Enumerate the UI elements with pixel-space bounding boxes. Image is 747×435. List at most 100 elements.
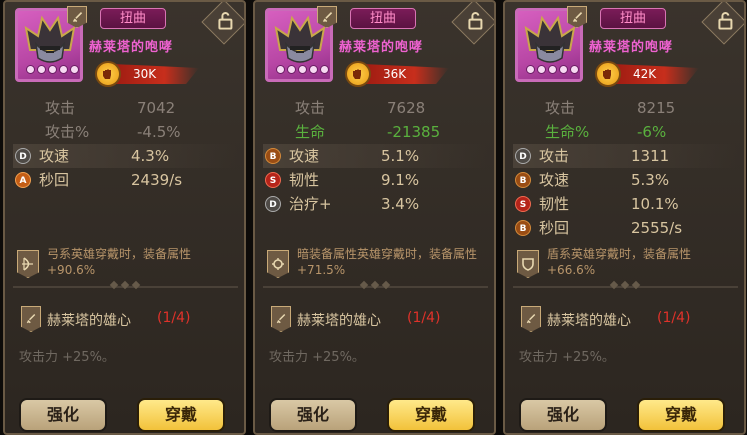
base-stat-row: 生命 -21385: [263, 120, 488, 144]
stat-value: 1311: [631, 147, 670, 165]
sub-stat-row: A 秒回 2439/s: [13, 168, 238, 192]
base-stat-row: 攻击 8215: [513, 96, 738, 120]
star-dot: [526, 65, 535, 74]
set-row: 赫莱塔的雄心 (1/4): [263, 304, 488, 334]
stat-label: 攻击: [545, 99, 576, 117]
stat-label: 秒回: [39, 171, 70, 189]
stat-label: 生命: [295, 123, 326, 141]
grade-badge: B: [265, 148, 281, 164]
set-sword-icon: [271, 306, 291, 332]
equipment-card-1: 扭曲 赫莱塔的咆哮 30K 攻击 7042 攻击% -4.5% D 攻速 4.3% A 秒回 2439/…: [3, 0, 246, 435]
fist-power-icon: [345, 61, 371, 87]
stat-value: 3.4%: [381, 195, 420, 213]
stat-label: 攻速: [39, 147, 70, 165]
set-effect: 攻击力 +25%。: [19, 350, 115, 365]
grade-badge: D: [15, 148, 31, 164]
stat-label: 韧性: [539, 195, 570, 213]
stat-label: 生命%: [545, 123, 590, 141]
base-stat-row: 攻击 7628: [263, 96, 488, 120]
equipment-card-3: 扭曲 赫莱塔的咆哮 42K 攻击 8215 生命% -6% D 攻击 1311 B 攻速 5.3% S 韧性…: [503, 0, 746, 435]
star-dots: [276, 65, 329, 74]
item-name: 赫莱塔的咆哮: [589, 40, 674, 55]
item-name: 赫莱塔的咆哮: [89, 40, 174, 55]
shield-icon: [517, 250, 539, 278]
star-dots: [26, 65, 79, 74]
equip-button[interactable]: 穿戴: [387, 398, 475, 432]
divider: [263, 280, 488, 290]
grade-badge: B: [515, 220, 531, 236]
sub-stat-row: B 攻速 5.3%: [513, 168, 738, 192]
sub-stat-row: D 治疗+ 3.4%: [263, 192, 488, 216]
star-dot: [26, 65, 35, 74]
sub-stat-row: D 攻速 4.3%: [13, 144, 238, 168]
enhance-button[interactable]: 强化: [19, 398, 107, 432]
sub-stat-row: D 攻击 1311: [513, 144, 738, 168]
lock-button[interactable]: [451, 2, 494, 45]
hero-bonus: 弓系英雄穿戴时，装备属性 +90.6%: [13, 242, 238, 284]
sub-stat-row: B 攻速 5.1%: [263, 144, 488, 168]
grade-badge: D: [265, 196, 281, 212]
bonus-text: 暗装备属性英雄穿戴时，装备属性 +71.5%: [297, 247, 478, 277]
divider: [13, 280, 238, 290]
stat-value: 5.3%: [631, 171, 670, 189]
set-row: 赫莱塔的雄心 (1/4): [13, 304, 238, 334]
star-dots: [526, 65, 579, 74]
set-name: 赫莱塔的雄心: [297, 313, 381, 329]
lock-button[interactable]: [701, 2, 744, 45]
set-name: 赫莱塔的雄心: [547, 313, 631, 329]
stat-label: 韧性: [289, 171, 320, 189]
bow-icon: [17, 250, 39, 278]
stat-value: 9.1%: [381, 171, 420, 189]
unlock-icon: [210, 8, 238, 36]
twist-tag: 扭曲: [100, 8, 166, 29]
star-dot: [548, 65, 557, 74]
stat-label: 攻击%: [45, 123, 90, 141]
base-stat-row: 攻击% -4.5%: [13, 120, 238, 144]
stat-value: 7628: [387, 99, 426, 117]
star-dot: [59, 65, 68, 74]
stat-value: 5.1%: [381, 147, 420, 165]
grade-badge: S: [265, 172, 281, 188]
equip-button[interactable]: 穿戴: [137, 398, 225, 432]
base-stat-row: 攻击 7042: [13, 96, 238, 120]
power-value: 30K: [113, 64, 199, 84]
star-dot: [570, 65, 579, 74]
twist-tag: 扭曲: [600, 8, 666, 29]
item-name: 赫莱塔的咆哮: [339, 40, 424, 55]
set-count: (1/4): [157, 310, 191, 326]
dark-orb-icon: [267, 250, 289, 278]
stat-value: -6%: [637, 123, 667, 141]
set-count: (1/4): [657, 310, 691, 326]
enhance-button[interactable]: 强化: [519, 398, 607, 432]
fist-power-icon: [95, 61, 121, 87]
stat-value: 2555/s: [631, 219, 683, 237]
fist-power-icon: [595, 61, 621, 87]
equip-button[interactable]: 穿戴: [637, 398, 725, 432]
lock-button[interactable]: [201, 2, 244, 45]
star-dot: [559, 65, 568, 74]
stat-label: 攻击: [539, 147, 570, 165]
grade-badge: A: [15, 172, 31, 188]
stat-value: 10.1%: [631, 195, 679, 213]
grade-badge: D: [515, 148, 531, 164]
equipment-card-2: 扭曲 赫莱塔的咆哮 36K 攻击 7628 生命 -21385 B 攻速 5.1% S 韧性 9.1% D…: [253, 0, 496, 435]
grade-badge: S: [515, 196, 531, 212]
enhance-button[interactable]: 强化: [269, 398, 357, 432]
set-row: 赫莱塔的雄心 (1/4): [513, 304, 738, 334]
stat-value: 7042: [137, 99, 176, 117]
star-dot: [320, 65, 329, 74]
sub-stat-row: S 韧性 10.1%: [513, 192, 738, 216]
bonus-text: 盾系英雄穿戴时，装备属性 +66.6%: [547, 247, 692, 277]
sub-stat-row: S 韧性 9.1%: [263, 168, 488, 192]
twist-tag: 扭曲: [350, 8, 416, 29]
stat-value: 2439/s: [131, 171, 183, 189]
bonus-text: 弓系英雄穿戴时，装备属性 +90.6%: [47, 247, 192, 277]
star-dot: [48, 65, 57, 74]
star-dot: [70, 65, 79, 74]
star-dot: [287, 65, 296, 74]
set-effect: 攻击力 +25%。: [519, 350, 615, 365]
stat-value: -21385: [387, 123, 441, 141]
stat-value: 8215: [637, 99, 676, 117]
set-sword-icon: [521, 306, 541, 332]
set-name: 赫莱塔的雄心: [47, 313, 131, 329]
